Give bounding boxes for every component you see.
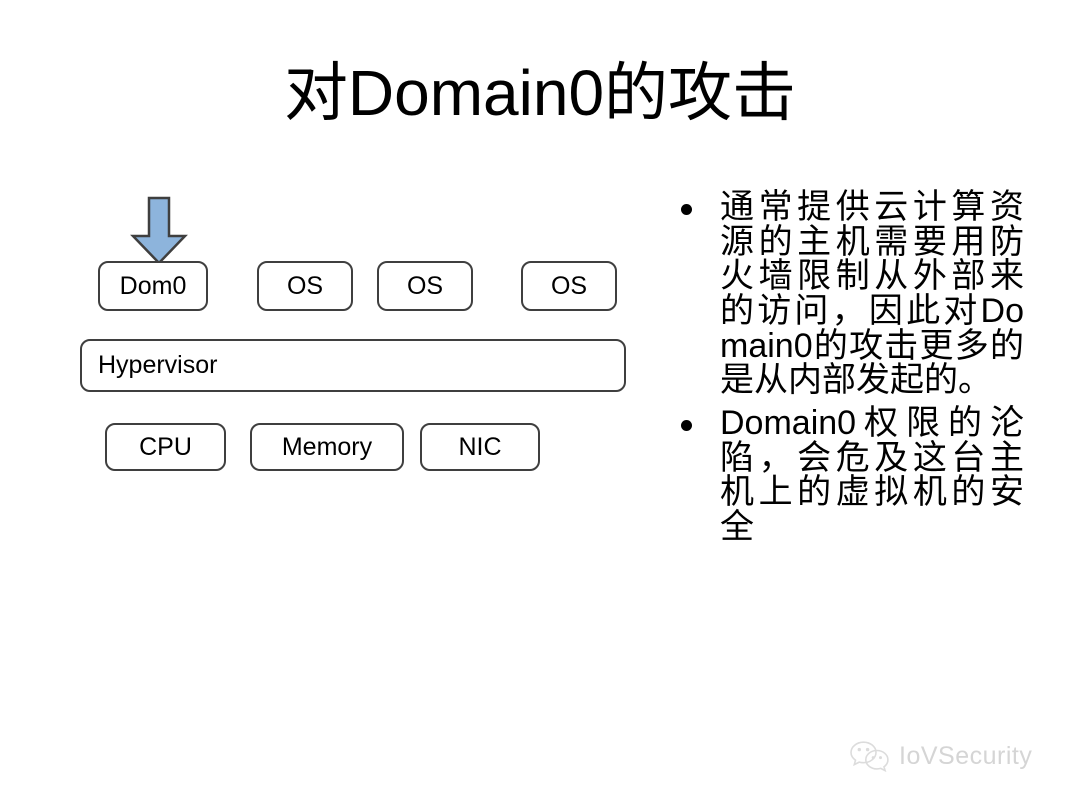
bullet-text-2: Domain0权限的沦陷，会危及这台主机上的虚拟机的安全 (720, 404, 1024, 547)
diagram-box-dom0[interactable]: Dom0 (98, 261, 208, 311)
list-item: 通常提供云计算资源的主机需要用防火墙限制从外部来的访问，因此对Domain0的攻… (668, 190, 1024, 398)
slide-canvas: 对Domain0的攻击 Dom0 OS OS OS Hypervisor CPU (0, 0, 1080, 810)
arrow-down-icon (130, 196, 188, 266)
diagram-box-nic-label: NIC (458, 432, 502, 461)
diagram-box-cpu[interactable]: CPU (105, 423, 226, 471)
watermark: IoVSecurity (848, 736, 1032, 776)
bullet-dot-icon (681, 420, 692, 432)
diagram-box-os-1-label: OS (286, 271, 324, 300)
diagram-box-os-2[interactable]: OS (377, 261, 473, 311)
watermark-label: IoVSecurity (899, 741, 1033, 770)
diagram-box-cpu-label: CPU (139, 432, 192, 461)
diagram-box-hypervisor[interactable]: Hypervisor (80, 339, 626, 392)
diagram-box-memory-label: Memory (281, 432, 373, 461)
diagram-box-memory[interactable]: Memory (250, 423, 404, 471)
wechat-logo-icon (848, 739, 890, 773)
diagram-box-os-3-label: OS (550, 271, 588, 300)
diagram-box-os-3[interactable]: OS (521, 261, 617, 311)
diagram-box-os-2-label: OS (406, 271, 444, 300)
diagram-box-hypervisor-label: Hypervisor (98, 351, 218, 379)
diagram-box-os-1[interactable]: OS (257, 261, 353, 311)
diagram-box-dom0-label: Dom0 (119, 271, 187, 300)
bullet-list: 通常提供云计算资源的主机需要用防火墙限制从外部来的访问，因此对Domain0的攻… (668, 190, 1024, 553)
virtualization-stack-diagram: Dom0 OS OS OS Hypervisor CPU Memory NIC (0, 0, 660, 810)
bullet-text-1: 通常提供云计算资源的主机需要用防火墙限制从外部来的访问，因此对Domain0的攻… (720, 188, 1024, 400)
diagram-box-nic[interactable]: NIC (420, 423, 540, 471)
bullet-dot-icon (681, 204, 692, 215)
list-item: Domain0权限的沦陷，会危及这台主机上的虚拟机的安全 (668, 406, 1024, 545)
